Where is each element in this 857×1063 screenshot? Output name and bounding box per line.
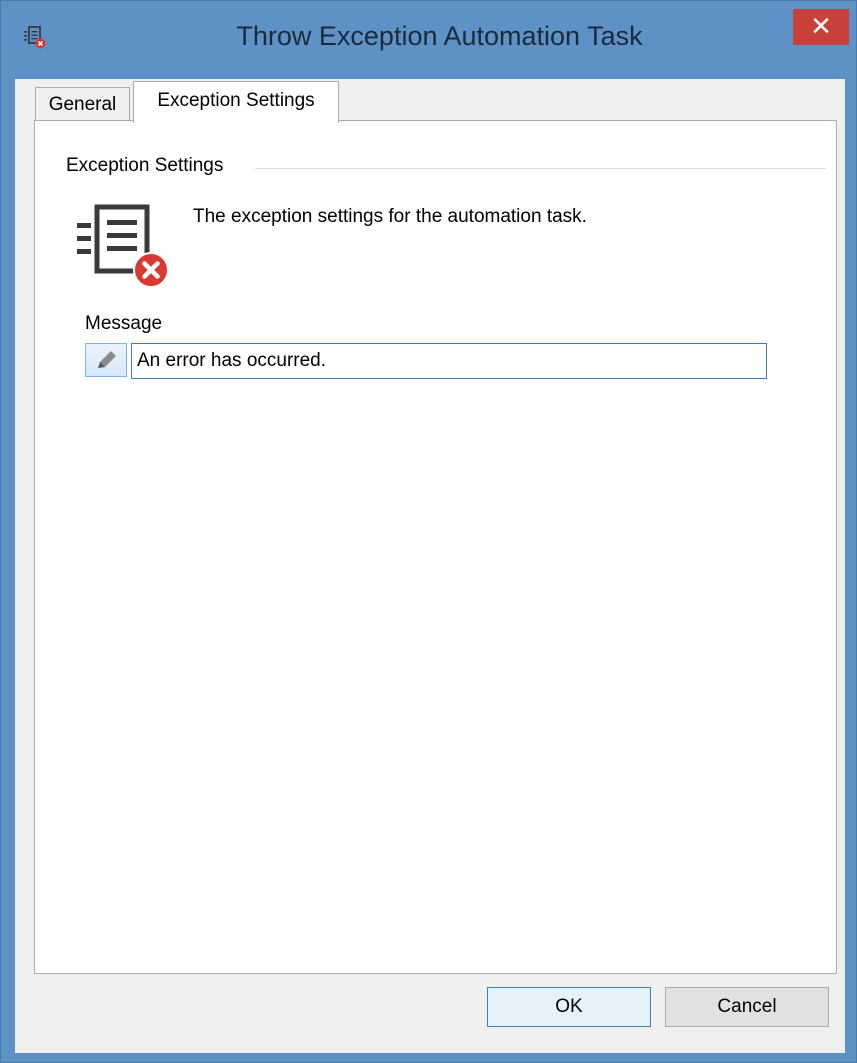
exception-settings-panel: Exception Settings The exception setting… [34, 120, 837, 974]
title-bar[interactable]: Throw Exception Automation Task ✕ [1, 1, 857, 79]
group-title: Exception Settings [66, 155, 232, 177]
ok-button[interactable]: OK [487, 987, 651, 1027]
close-button[interactable]: ✕ [793, 9, 849, 45]
edit-message-button[interactable] [85, 343, 127, 377]
window-title: Throw Exception Automation Task [236, 21, 643, 51]
description-text: The exception settings for the automatio… [193, 206, 587, 227]
group-divider [255, 168, 826, 169]
dialog-window: Throw Exception Automation Task ✕ Genera… [0, 0, 857, 1063]
dialog-client-area: General Exception Settings Exception Set… [15, 79, 845, 1053]
message-input[interactable] [131, 343, 767, 379]
tab-exception-settings[interactable]: Exception Settings [133, 81, 339, 123]
tab-general[interactable]: General [35, 87, 130, 121]
cancel-button[interactable]: Cancel [665, 987, 829, 1027]
message-label: Message [85, 313, 163, 334]
document-list-error-icon [75, 201, 175, 291]
